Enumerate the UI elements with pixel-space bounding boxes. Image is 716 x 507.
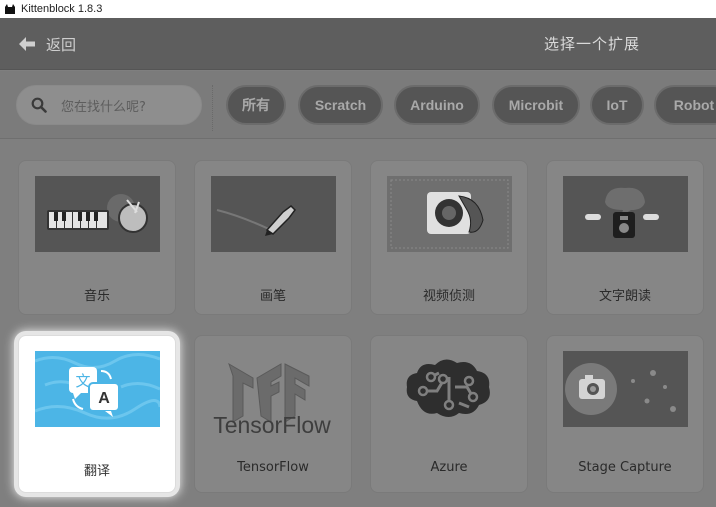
- extension-name: TensorFlow: [237, 460, 309, 475]
- camera-icon: [563, 351, 688, 427]
- page-header: 返回 选择一个扩展: [0, 18, 716, 70]
- extension-card-tensorflow[interactable]: TensorFlow TensorFlow: [194, 335, 352, 493]
- video-sensing-icon: [387, 176, 512, 252]
- extension-card-pen[interactable]: 画笔: [194, 160, 352, 315]
- extension-name: 翻译: [83, 464, 110, 479]
- extension-card-music[interactable]: 音乐: [18, 160, 176, 315]
- filter-divider: [212, 85, 213, 131]
- translate-icon: 文 A: [35, 351, 160, 427]
- extension-card-video-sensing[interactable]: 视频侦测: [370, 160, 528, 315]
- filter-chip-all[interactable]: 所有: [226, 85, 286, 125]
- back-arrow-icon: [19, 37, 35, 51]
- back-button-label: 返回: [46, 35, 77, 54]
- window-titlebar: Kittenblock 1.8.3: [0, 0, 716, 18]
- filter-bar: 您在找什么呢? 所有 Scratch Arduino Microbit IoT …: [0, 71, 716, 139]
- window-title: Kittenblock 1.8.3: [21, 3, 103, 15]
- extension-name: 音乐: [83, 289, 110, 304]
- search-icon: [31, 97, 47, 113]
- extension-name: 文字朗读: [598, 289, 651, 304]
- filter-chip-arduino[interactable]: Arduino: [394, 85, 480, 125]
- extension-name: 视频侦测: [422, 289, 475, 304]
- pen-icon: [211, 176, 336, 252]
- filter-chip-iot[interactable]: IoT: [590, 85, 644, 125]
- svg-text:A: A: [98, 390, 110, 407]
- filter-chip-robot[interactable]: Robot: [654, 85, 716, 125]
- kittenblock-app-icon: [5, 4, 15, 14]
- search-placeholder: 您在找什么呢?: [61, 99, 146, 115]
- tensorflow-logo-text: TensorFlow: [213, 412, 331, 436]
- azure-brain-icon: [387, 351, 512, 427]
- music-keyboard-drum-icon: [35, 176, 160, 252]
- extension-name: 画笔: [259, 289, 286, 304]
- page-title: 选择一个扩展: [544, 35, 641, 53]
- extension-card-translate[interactable]: 文 A 翻译: [18, 335, 176, 493]
- extension-card-azure[interactable]: Azure: [370, 335, 528, 493]
- search-input[interactable]: 您在找什么呢?: [16, 85, 202, 125]
- tensorflow-logo-icon: TensorFlow: [205, 356, 343, 476]
- extension-card-text-to-speech[interactable]: 文字朗读: [546, 160, 704, 315]
- extension-name: Azure: [430, 460, 468, 475]
- back-button[interactable]: 返回: [18, 32, 76, 56]
- filter-chip-scratch[interactable]: Scratch: [298, 85, 383, 125]
- text-to-speech-icon: [563, 176, 688, 252]
- extension-name: Stage Capture: [578, 460, 672, 475]
- filter-chip-microbit[interactable]: Microbit: [492, 85, 580, 125]
- extension-card-stage-capture[interactable]: Stage Capture: [546, 335, 704, 493]
